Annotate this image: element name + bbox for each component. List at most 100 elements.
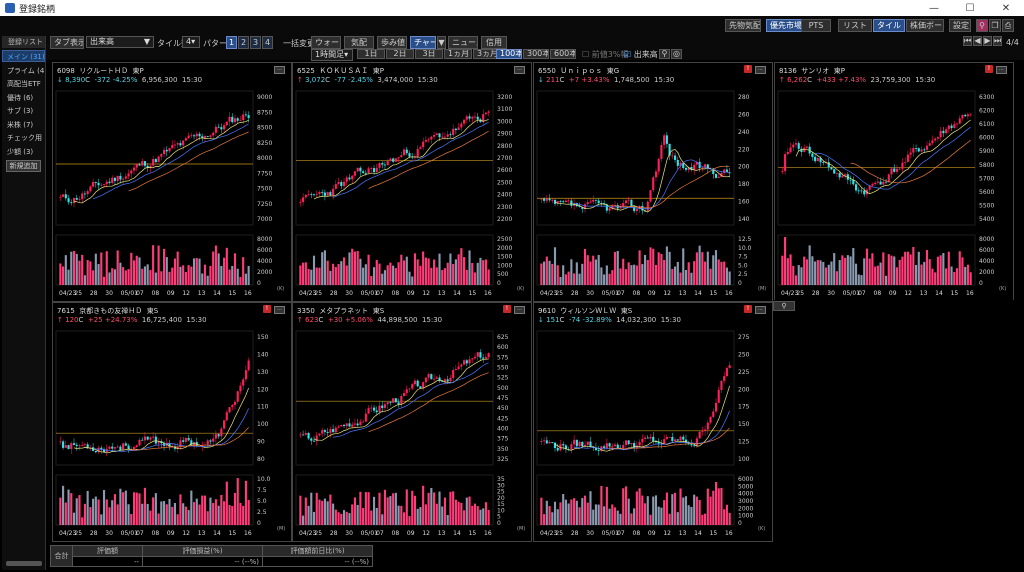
candlestick-chart[interactable]: 2752502252001751501251006000500040003000…	[534, 325, 772, 541]
candlestick-chart[interactable]: 28026024022020018016014012.510.07.55.02.…	[534, 85, 772, 301]
link-icon[interactable]: ⚲	[976, 19, 988, 32]
stock-name[interactable]: リクルートＨＤ	[79, 67, 128, 75]
chart-menu-icon[interactable]: ⋯	[755, 306, 766, 314]
stock-name[interactable]: メタプラネット	[319, 307, 368, 315]
chart-menu-icon[interactable]: ⋯	[514, 66, 525, 74]
tab-display-button[interactable]: タブ表示	[50, 36, 84, 49]
sidebar-item-1[interactable]: プライム (4)	[2, 64, 45, 76]
stock-name[interactable]: ＫＯＫＵＳＡＩ	[319, 67, 368, 75]
date-tick-label: 14	[694, 530, 702, 537]
sidebar-item-2[interactable]: 高配当ETF	[2, 77, 45, 89]
pattern-3-button[interactable]: 3	[250, 36, 261, 49]
reset-icon[interactable]: ◎	[671, 49, 682, 59]
candlestick-chart[interactable]: 6300 6200 6100 6000 5900 5800 5700 5600 5500 5400…	[775, 85, 1013, 301]
alert-icon[interactable]: !	[744, 65, 752, 73]
volume-tick-label: 6000	[257, 247, 272, 254]
tab-display-select[interactable]: 出来高 ▼	[86, 36, 154, 48]
candlestick-chart[interactable]: 3200 3100 3000 2900 2800 2700 2600 2500 2400 2300…	[293, 85, 531, 301]
first-page-icon[interactable]: ⏮	[963, 36, 972, 46]
tab-ticks[interactable]: 歩み値	[377, 36, 407, 49]
settings-button[interactable]: 設定	[949, 19, 971, 32]
stock-name[interactable]: ウィルソンＷＬＷ	[560, 307, 616, 315]
minimize-button[interactable]: —	[916, 3, 952, 14]
copy-icon[interactable]: ❐	[989, 19, 1001, 32]
prev-close-checkbox[interactable]: ☐ 前値3%幅	[582, 49, 628, 60]
add-list-button[interactable]: 新規追加	[6, 159, 41, 172]
chart-menu-icon[interactable]: ⋯	[755, 66, 766, 74]
price-change-pct: -4.25%	[112, 76, 138, 84]
period-100[interactable]: 100本	[496, 49, 522, 59]
sidebar-item-3[interactable]: 優待 (6)	[2, 91, 45, 103]
period-3d[interactable]: 3日	[415, 49, 443, 59]
chart-tile-9610[interactable]: 9610 ウィルソンＷＬＷ 東S ↓ 151C -74 -32.89% 14,03…	[533, 302, 773, 542]
sidebar-item-5[interactable]: 米株 (7)	[2, 118, 45, 130]
chart-tile-6525[interactable]: 6525 ＫＯＫＵＳＡＩ 東P ↑ 3,072C -77 -2.45% 3,474…	[292, 62, 532, 302]
stock-board-button[interactable]: 株価ボード	[906, 19, 944, 32]
chart-tile-3350[interactable]: 3350 メタプラネット 東S ↑ 623C +30 +5.06% 44,898,…	[292, 302, 532, 542]
pattern-1-button[interactable]: 1	[226, 36, 237, 49]
pattern-2-button[interactable]: 2	[238, 36, 249, 49]
price-change: -372	[94, 76, 111, 84]
price-change: +30	[327, 316, 343, 324]
tab-margin[interactable]: 信用	[481, 36, 507, 49]
alert-icon[interactable]: !	[744, 305, 752, 313]
period-1d[interactable]: 1日	[357, 49, 385, 59]
stock-name[interactable]: Ｕｎｉｐｏｓ	[560, 67, 602, 75]
search-icon[interactable]: ⚲	[773, 301, 795, 311]
sidebar-item-7[interactable]: 少額 (3)	[2, 145, 45, 157]
sidebar-item-4[interactable]: サブ (3)	[2, 104, 45, 116]
list-view-button[interactable]: リスト	[838, 19, 872, 32]
tab-quote[interactable]: ウォート	[311, 36, 341, 49]
next-page-icon[interactable]: ▶	[983, 36, 992, 46]
period-2d[interactable]: 2日	[386, 49, 414, 59]
priority-market-button[interactable]: 優先市場	[766, 19, 802, 32]
last-page-icon[interactable]: ⏭	[993, 36, 1002, 46]
sidebar-item-6[interactable]: チェック用 (	[2, 131, 45, 143]
stock-name[interactable]: サンリオ	[801, 67, 829, 75]
chart-tile-8136[interactable]: 8136 サンリオ 東P ↑ 6,262C +433 +7.43% 23,759,…	[774, 62, 1014, 302]
tile-count-select[interactable]: 4▾	[182, 36, 200, 48]
chart-tile-7615[interactable]: 7615 京都きもの友禅ＨＤ 東S ↑ 120C +25 +24.73% 16,7…	[52, 302, 292, 542]
pattern-4-button[interactable]: 4	[262, 36, 273, 49]
alert-icon[interactable]: !	[503, 305, 511, 313]
date-tick-label: 07	[617, 290, 625, 297]
last-price: 6,262	[787, 76, 808, 84]
date-tick-label: 12	[182, 290, 190, 297]
interval-select[interactable]: 1時間足▾	[311, 49, 353, 61]
period-300[interactable]: 300本	[523, 49, 549, 59]
last-price: 623	[305, 316, 319, 324]
chart-menu-icon[interactable]: ⋯	[514, 306, 525, 314]
maximize-button[interactable]: ☐	[952, 3, 988, 14]
tab-board[interactable]: 気配	[344, 36, 374, 49]
print-icon[interactable]: ⎙	[1002, 19, 1014, 32]
chart-menu-icon[interactable]: ⋯	[274, 66, 285, 74]
stock-name[interactable]: 京都きもの友禅ＨＤ	[79, 307, 142, 315]
zoom-icon[interactable]: ⚲	[659, 49, 670, 59]
prev-page-icon[interactable]: ◀	[973, 36, 982, 46]
period-600[interactable]: 600本	[550, 49, 576, 59]
sidebar-item-0[interactable]: メイン (31)	[2, 50, 45, 62]
close-button[interactable]: ✕	[988, 3, 1024, 14]
chart-dropdown-icon[interactable]: ▼	[437, 36, 446, 49]
chart-tile-6550[interactable]: 6550 Ｕｎｉｐｏｓ 東G ↓ 211C +7 +3.43% 1,748,500…	[533, 62, 773, 302]
chart-menu-icon[interactable]: ⋯	[996, 66, 1007, 74]
tile-view-button[interactable]: タイル	[873, 19, 905, 32]
alert-icon[interactable]: !	[985, 65, 993, 73]
tab-chart[interactable]: チャート	[410, 36, 436, 49]
futures-quote-button[interactable]: 先物気配	[725, 19, 761, 32]
pts-button[interactable]: PTS	[801, 19, 831, 32]
volume-checkbox[interactable]: ☑ 出来高	[624, 49, 658, 60]
price-tick-label: 600	[497, 344, 509, 351]
period-1m[interactable]: 1ヵ月	[444, 49, 472, 59]
candlestick-chart[interactable]: 150 140 130 120 110 100 90 80 10.0 7.5 5.0 2.5 0 (M) 0…	[53, 325, 291, 541]
stock-code: 3350	[297, 307, 315, 315]
price-tick-label: 8000	[257, 155, 272, 162]
sidebar-scrollbar[interactable]	[6, 561, 42, 566]
chart-tile-6098[interactable]: 6098 リクルートＨＤ 東P ↓ 8,390C -372 -4.25% 6,95…	[52, 62, 292, 302]
chart-menu-icon[interactable]: ⋯	[274, 306, 285, 314]
alert-icon[interactable]: !	[263, 305, 271, 313]
tab-news[interactable]: ニュース	[448, 36, 478, 49]
candlestick-chart[interactable]: 625 600 575 550 525 500 475 450 425 400 375 350 325 3…	[293, 325, 531, 541]
candlestick-chart[interactable]: 9000 8750 8500 8250 8000 7750 7500 7250 7000 8000…	[53, 85, 291, 301]
date-tick-label: 25	[314, 290, 322, 297]
